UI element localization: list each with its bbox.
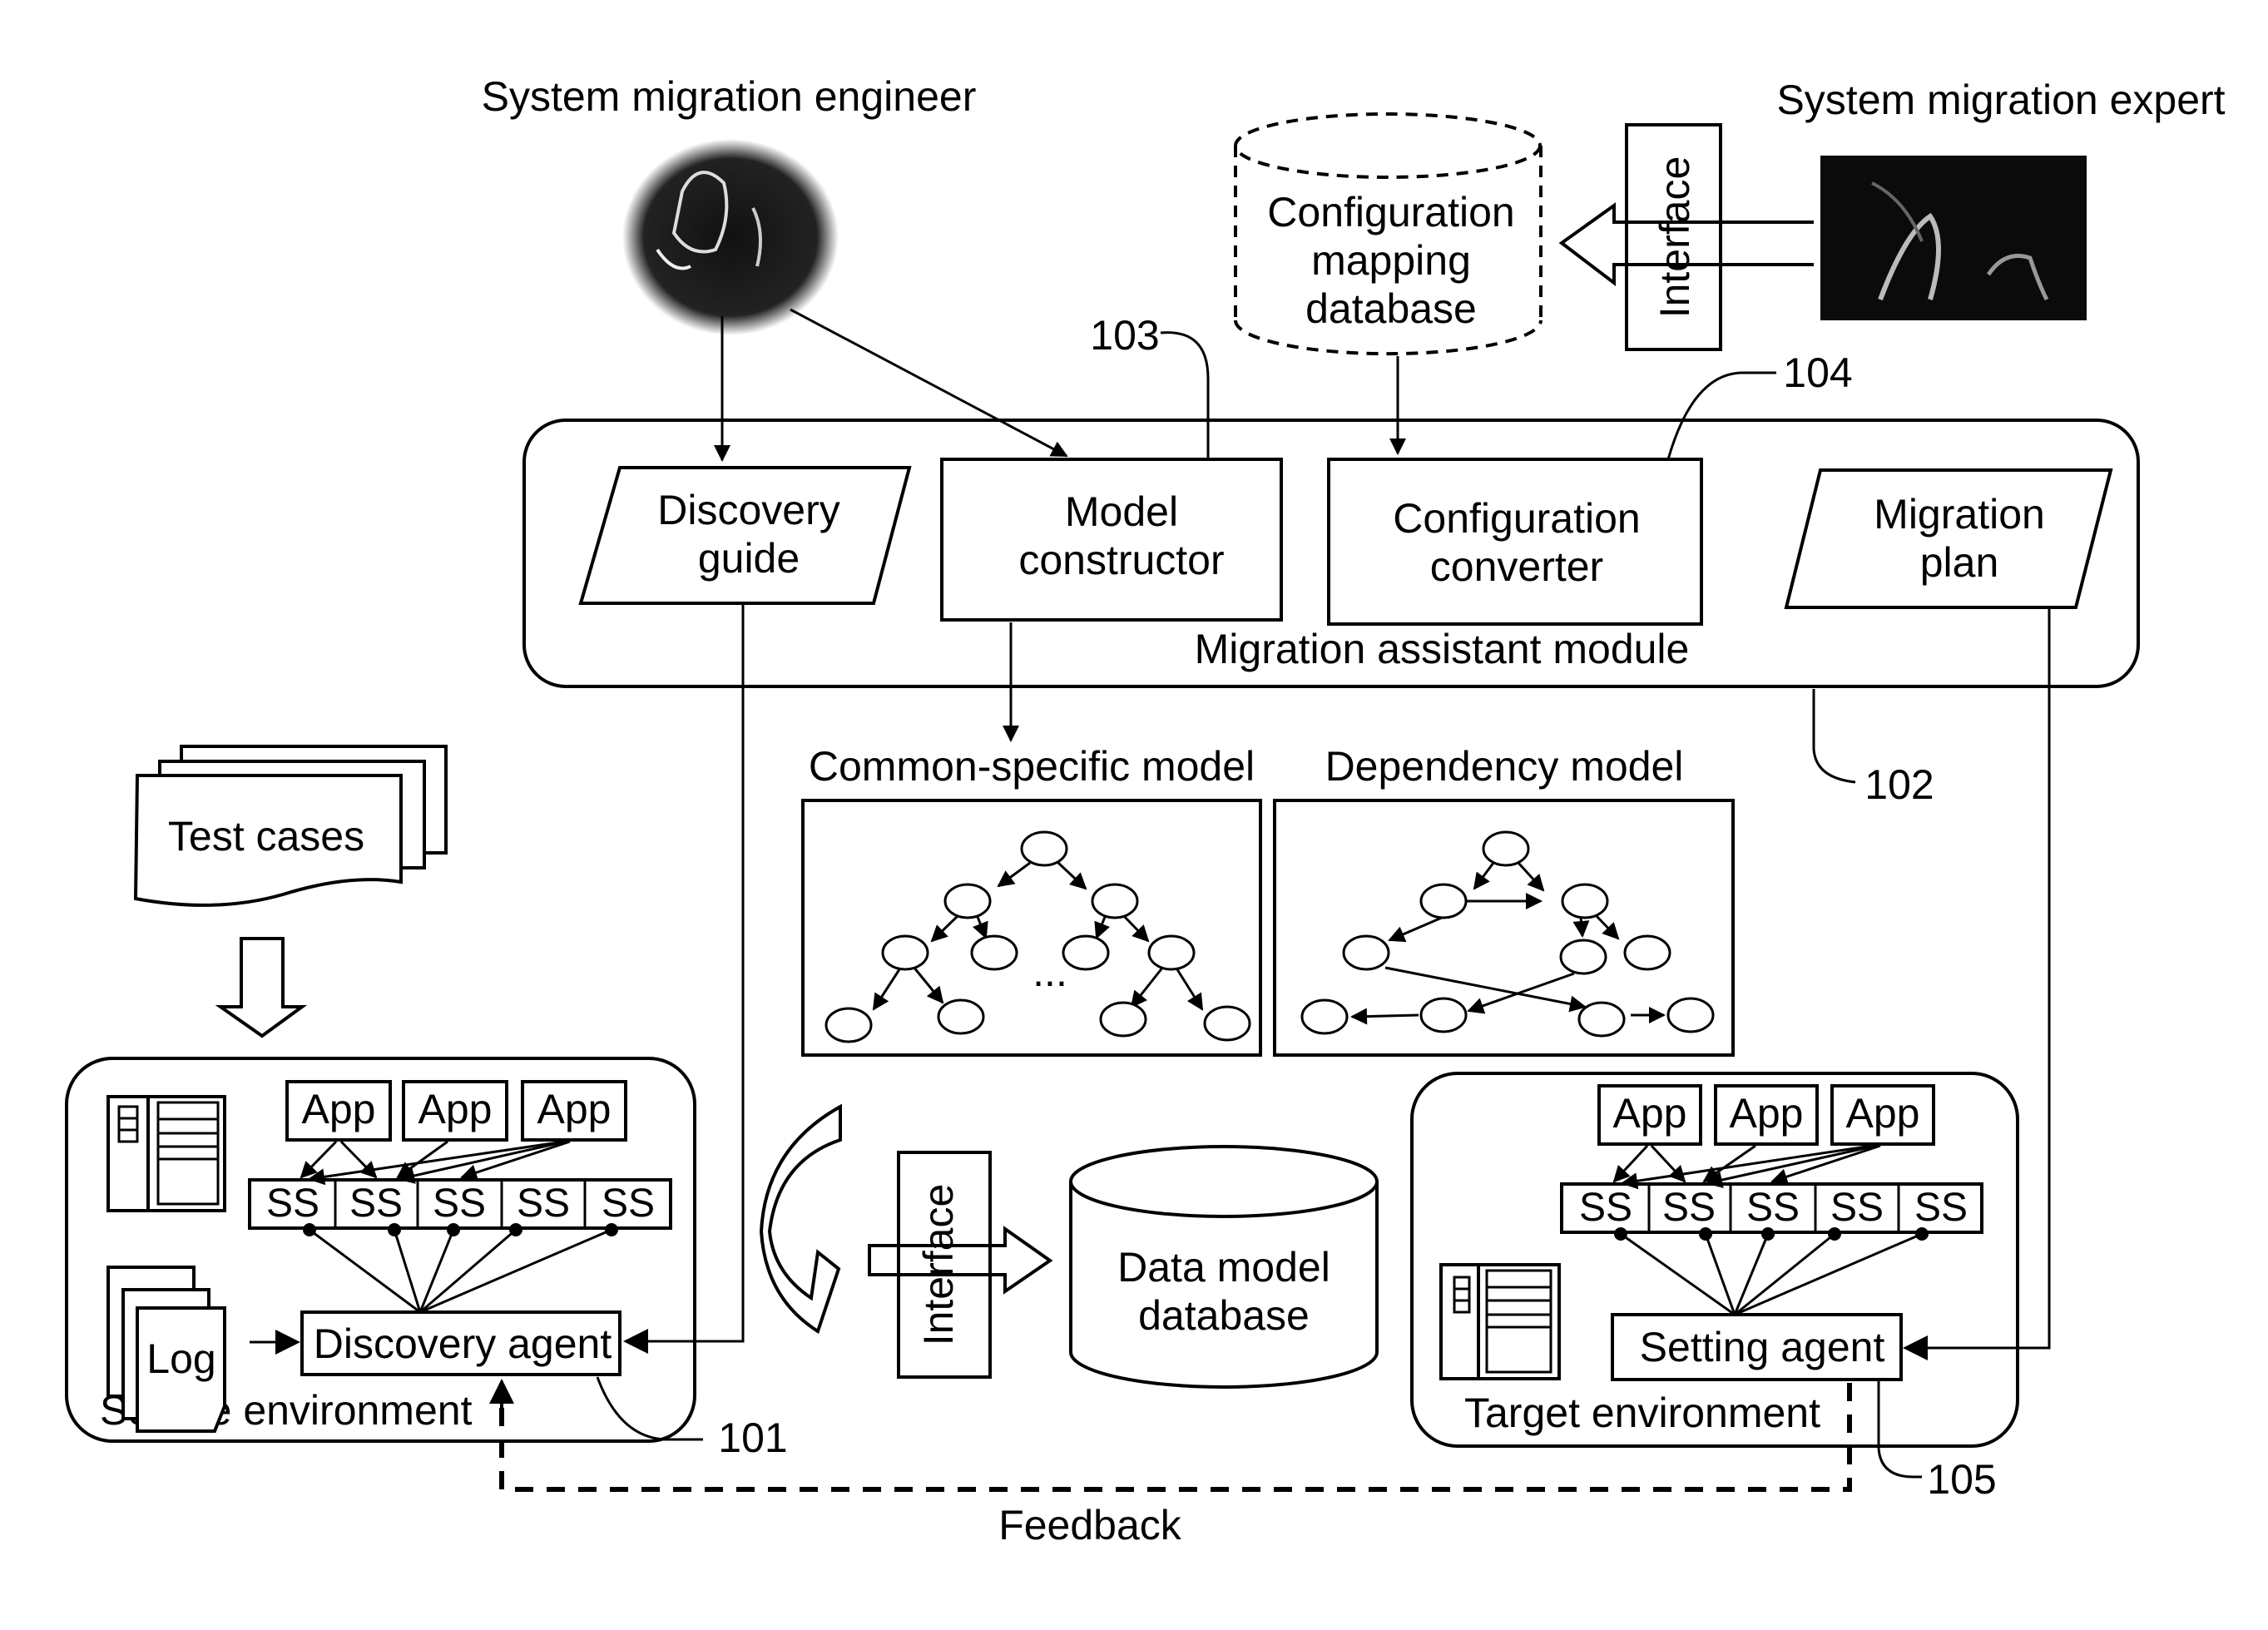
- ref-101-leader: [596, 1376, 703, 1441]
- ref-105-leader: [1877, 1381, 1922, 1479]
- system-migration-diagram: System migration engineer System migrati…: [65, 73, 2226, 1548]
- target-ss-1: SS: [1579, 1186, 1632, 1230]
- ref-102: 102: [1864, 761, 1934, 808]
- model-constructor: Model constructor: [940, 458, 1283, 622]
- interface-top: Interface: [1625, 123, 1722, 351]
- target-app-1: App: [1597, 1084, 1702, 1146]
- target-ss-to-agent-lines: [1614, 1227, 1929, 1316]
- data-model-database: Data model database: [1069, 1145, 1379, 1389]
- ref-105: 105: [1927, 1456, 1996, 1503]
- target-app-1-label: App: [1613, 1090, 1687, 1137]
- interface-top-label: Interface: [1651, 156, 1698, 319]
- source-app-3: App: [521, 1080, 627, 1142]
- target-ss-3: SS: [1746, 1186, 1800, 1230]
- dependency-model: [1273, 799, 1735, 1057]
- expert-label: System migration expert: [1776, 77, 2225, 123]
- server-icon: [106, 1095, 226, 1212]
- source-subsystems: SS SS SS SS SS: [248, 1178, 672, 1230]
- target-app-to-ss-arrows: [1612, 1144, 1881, 1190]
- migration-curved-arrow-icon: [759, 1103, 842, 1335]
- common-specific-model-title: Common-specific model: [809, 743, 1255, 790]
- discovery-guide-to-agent-arrow: [623, 605, 745, 1354]
- engineer-label: System migration engineer: [482, 73, 977, 120]
- feedback-label: Feedback: [998, 1502, 1182, 1548]
- migration-plan-to-setting-agent-arrow: [1903, 609, 2051, 1360]
- discovery-agent-label: Discovery agent: [314, 1320, 612, 1367]
- target-ss-2: SS: [1662, 1186, 1716, 1230]
- log-label: Log: [146, 1335, 215, 1382]
- discovery-guide: Discovery guide: [578, 466, 912, 605]
- data-model-db-line-2: database: [1138, 1292, 1310, 1339]
- config-db-line-1: Configuration: [1267, 189, 1514, 235]
- source-app-2: App: [402, 1080, 508, 1142]
- target-environment-label: Target environment: [1464, 1390, 1820, 1436]
- configuration-converter: Configuration converter: [1327, 458, 1703, 626]
- setting-agent: Setting agent: [1611, 1313, 1903, 1381]
- migration-plan-line-2: plan: [1920, 539, 1999, 586]
- test-cases-label: Test cases: [168, 813, 364, 860]
- model-constructor-line-2: constructor: [1018, 537, 1224, 583]
- configuration-mapping-database: Configuration mapping database: [1234, 112, 1543, 356]
- ref-102-leader: [1812, 689, 1856, 784]
- discovery-guide-line-1: Discovery: [657, 487, 839, 533]
- config-db-line-3: database: [1305, 285, 1477, 332]
- target-app-2-label: App: [1730, 1090, 1804, 1137]
- target-app-3-label: App: [1846, 1090, 1920, 1137]
- configuration-converter-line-2: converter: [1430, 543, 1603, 590]
- expert-photo-icon: [1820, 156, 2087, 320]
- source-ss-1: SS: [266, 1182, 319, 1226]
- source-app-1-label: App: [302, 1086, 376, 1132]
- ref-104-leader: [1666, 371, 1776, 460]
- target-app-2: App: [1714, 1084, 1819, 1146]
- common-specific-ellipsis: ...: [1032, 949, 1067, 995]
- source-app-to-ss-arrows: [300, 1140, 571, 1186]
- test-cases-documents: Test cases: [133, 745, 448, 907]
- migration-plan-line-1: Migration: [1874, 491, 2045, 538]
- log-documents-icon: Log: [106, 1266, 226, 1433]
- source-ss-2: SS: [349, 1182, 403, 1226]
- discovery-guide-line-2: guide: [698, 535, 800, 582]
- engineer-to-model-constructor-arrow: [790, 308, 1068, 458]
- migration-assistant-module-label: Migration assistant module: [1195, 626, 1690, 672]
- source-ss-to-agent-lines: [303, 1223, 618, 1314]
- config-db-line-2: mapping: [1311, 237, 1471, 284]
- configuration-converter-line-1: Configuration: [1393, 495, 1640, 542]
- server-icon: [1439, 1263, 1561, 1380]
- setting-agent-label: Setting agent: [1640, 1324, 1885, 1370]
- ref-103-leader: [1160, 331, 1210, 458]
- data-model-db-line-1: Data model: [1117, 1244, 1330, 1291]
- engineer-avatar-icon: [622, 139, 839, 335]
- interface-bottom-label: Interface: [915, 1184, 962, 1346]
- target-ss-5: SS: [1914, 1186, 1968, 1230]
- common-specific-model: ...: [801, 799, 1262, 1057]
- discovery-agent: Discovery agent: [300, 1310, 621, 1376]
- dependency-model-title: Dependency model: [1325, 743, 1684, 790]
- model-constructor-line-1: Model: [1065, 488, 1178, 535]
- source-app-2-label: App: [418, 1086, 493, 1132]
- ref-104: 104: [1783, 349, 1852, 396]
- source-app-1: App: [285, 1080, 392, 1142]
- source-ss-5: SS: [602, 1182, 655, 1226]
- source-app-3-label: App: [537, 1086, 612, 1132]
- ref-103: 103: [1090, 312, 1159, 359]
- ref-101: 101: [718, 1414, 787, 1461]
- target-app-3: App: [1830, 1084, 1935, 1146]
- target-subsystems: SS SS SS SS SS: [1560, 1182, 1983, 1234]
- interface-bottom: Interface: [897, 1151, 992, 1379]
- target-ss-4: SS: [1830, 1186, 1884, 1230]
- test-cases-down-arrow: [215, 937, 308, 1038]
- migration-plan: Migration plan: [1784, 468, 2113, 609]
- source-ss-3: SS: [433, 1182, 486, 1226]
- source-ss-4: SS: [517, 1182, 570, 1226]
